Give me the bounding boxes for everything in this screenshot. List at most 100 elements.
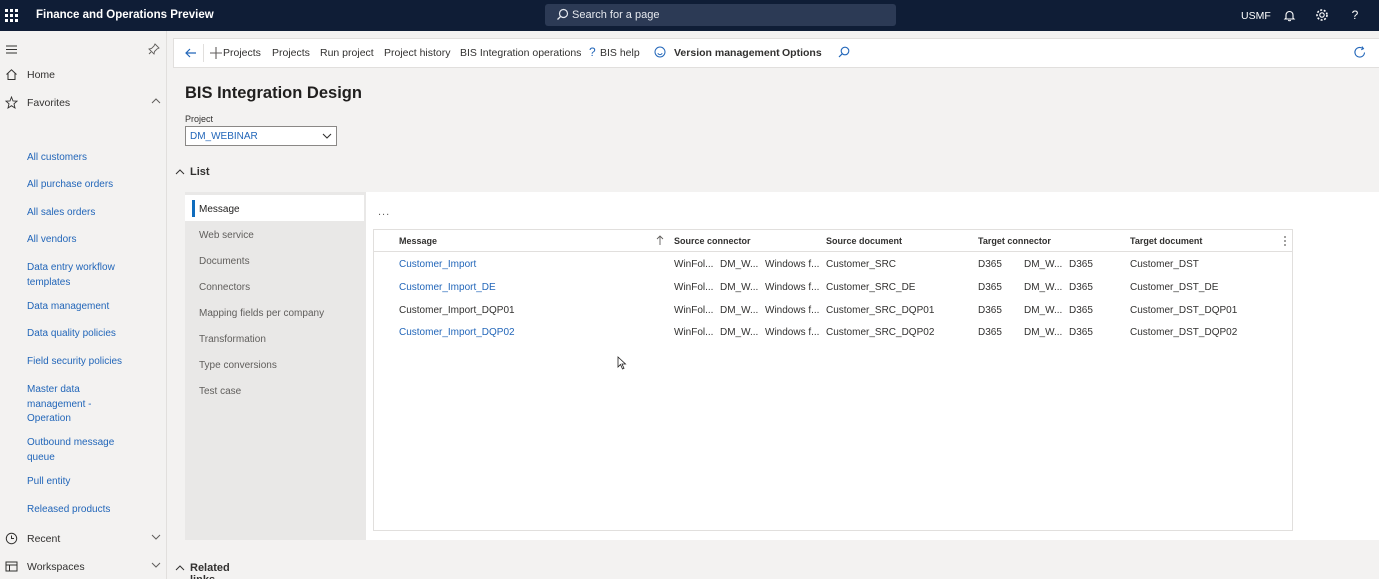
pin-icon[interactable] [148,43,160,55]
search-icon[interactable] [835,44,853,62]
tab-label: Type conversions [199,360,277,371]
cell-source-document: Customer_SRC [826,259,897,270]
smiley-icon[interactable] [651,44,669,62]
favorite-link-all-sales-orders[interactable]: All sales orders [27,206,147,221]
cell-target-document: Customer_DST_DQP02 [1130,327,1238,338]
top-bar: Finance and Operations Preview Search fo… [0,0,1379,31]
bis-integration-operations-button[interactable]: BIS Integration operations [460,47,581,59]
cell-message[interactable]: Customer_Import_DQP02 [399,327,515,338]
table-row[interactable]: Customer_Import_DQP02 WinFol... DM_W... … [374,321,1292,344]
favorite-link-field-security-policies[interactable]: Field security policies [27,355,147,370]
table-row[interactable]: Customer_Import_DE WinFol... DM_W... Win… [374,276,1292,299]
company-picker[interactable]: USMF [1241,10,1271,22]
search-box[interactable]: Search for a page [545,4,896,26]
gear-icon[interactable] [1314,7,1330,23]
more-options-button[interactable]: ... [378,206,390,218]
nav-recent[interactable]: Recent [0,528,167,550]
tab-test-case[interactable]: Test case [185,377,364,403]
tab-label: Test case [199,386,242,397]
version-management-button[interactable]: Version management [674,47,780,59]
projects-button[interactable]: Projects [272,47,310,59]
favorite-link-released-products[interactable]: Released products [27,503,147,518]
chevron-down-icon[interactable] [151,532,161,545]
favorite-link-data-quality-policies[interactable]: Data quality policies [27,327,147,342]
chevron-up-icon[interactable] [151,96,161,109]
cell-source-document: Customer_SRC_DE [826,282,916,293]
cell-source-connector: Windows f... [765,259,820,270]
project-history-button[interactable]: Project history [384,47,451,59]
help-icon[interactable]: ? [1347,7,1363,23]
column-header-target-document[interactable]: Target document [1130,236,1202,246]
cell-target-connector: D365 [1069,282,1093,293]
project-dropdown[interactable]: DM_WEBINAR [185,126,337,146]
column-options-icon[interactable] [1283,235,1287,247]
nav-workspaces-label: Workspaces [27,561,85,573]
cell-target-connector: D365 [978,259,1002,270]
sort-ascending-icon[interactable] [655,234,665,246]
column-header-source-document[interactable]: Source document [826,236,902,246]
tab-documents[interactable]: Documents [185,247,364,273]
active-tab-indicator [192,200,195,217]
nav-favorites-label: Favorites [27,97,71,109]
nav-home[interactable]: Home [0,64,167,86]
separator [203,44,204,62]
tab-mapping-fields-per-company[interactable]: Mapping fields per company [185,299,364,325]
cell-target-document: Customer_DST_DE [1130,282,1219,293]
favorite-link-data-management[interactable]: Data management [27,300,147,315]
workspaces-icon [5,561,18,572]
tab-label: Transformation [199,334,266,345]
chevron-down-icon[interactable] [151,560,161,573]
run-project-button[interactable]: Run project [320,47,374,59]
favorite-link-all-vendors[interactable]: All vendors [27,233,147,248]
cell-message[interactable]: Customer_Import [399,259,476,270]
app-title: Finance and Operations Preview [36,9,214,21]
favorite-link-pull-entity[interactable]: Pull entity [27,475,147,490]
chevron-up-icon [175,565,185,571]
cell-target-connector: D365 [978,282,1002,293]
cell-message[interactable]: Customer_Import_DE [399,282,496,293]
back-arrow-icon[interactable] [182,44,200,62]
home-icon [6,69,17,80]
hamburger-icon[interactable] [5,43,18,56]
table-row[interactable]: Customer_Import WinFol... DM_W... Window… [374,253,1292,276]
favorite-link-outbound-message-queue[interactable]: Outbound message queue [27,436,119,465]
cell-target-document: Customer_DST_DQP01 [1130,305,1238,316]
page-title: BIS Integration Design [185,84,362,102]
related-links-label: Related links [190,562,230,579]
cell-target-connector: D365 [978,305,1002,316]
bell-icon[interactable] [1281,7,1297,23]
table-row[interactable]: Customer_Import_DQP01 WinFol... DM_W... … [374,299,1292,322]
cell-source-document: Customer_SRC_DQP02 [826,327,935,338]
nav-collapse[interactable] [0,39,167,61]
nav-home-label: Home [27,69,56,81]
bis-help-button[interactable]: BIS help [600,47,640,59]
cell-source-connector: DM_W... [720,259,759,270]
search-placeholder: Search for a page [572,9,660,21]
favorite-link-data-entry-workflow-templates[interactable]: Data entry workflow templates [27,261,122,290]
message-grid: Message Source connector Source document… [373,229,1293,531]
tab-connectors[interactable]: Connectors [185,273,364,299]
cell-target-connector: D365 [1069,259,1093,270]
nav-workspaces[interactable]: Workspaces [0,556,167,578]
waffle-icon[interactable] [5,9,18,22]
new-projects-button[interactable]: Projects [223,47,261,59]
column-header-source-connector[interactable]: Source connector [674,236,751,246]
column-header-target-connector[interactable]: Target connector [978,236,1051,246]
favorite-link-all-purchase-orders[interactable]: All purchase orders [27,178,147,193]
tab-transformation[interactable]: Transformation [185,325,364,351]
project-dropdown-value: DM_WEBINAR [190,131,258,142]
column-header-message[interactable]: Message [399,236,437,246]
nav-favorites[interactable]: Favorites [0,92,167,114]
tab-web-service[interactable]: Web service [185,221,364,247]
project-label: Project [185,114,214,124]
cell-source-document: Customer_SRC_DQP01 [826,305,935,316]
tab-label: Web service [199,230,254,241]
favorite-link-all-customers[interactable]: All customers [27,151,147,166]
favorite-link-master-data-management-operation[interactable]: Master data management - Operation [27,383,97,427]
cell-message[interactable]: Customer_Import_DQP01 [399,305,515,316]
tab-message[interactable]: Message [185,195,364,221]
options-button[interactable]: Options [782,47,822,59]
refresh-icon[interactable] [1351,44,1369,62]
tab-type-conversions[interactable]: Type conversions [185,351,364,377]
cell-target-connector: DM_W... [1024,259,1063,270]
